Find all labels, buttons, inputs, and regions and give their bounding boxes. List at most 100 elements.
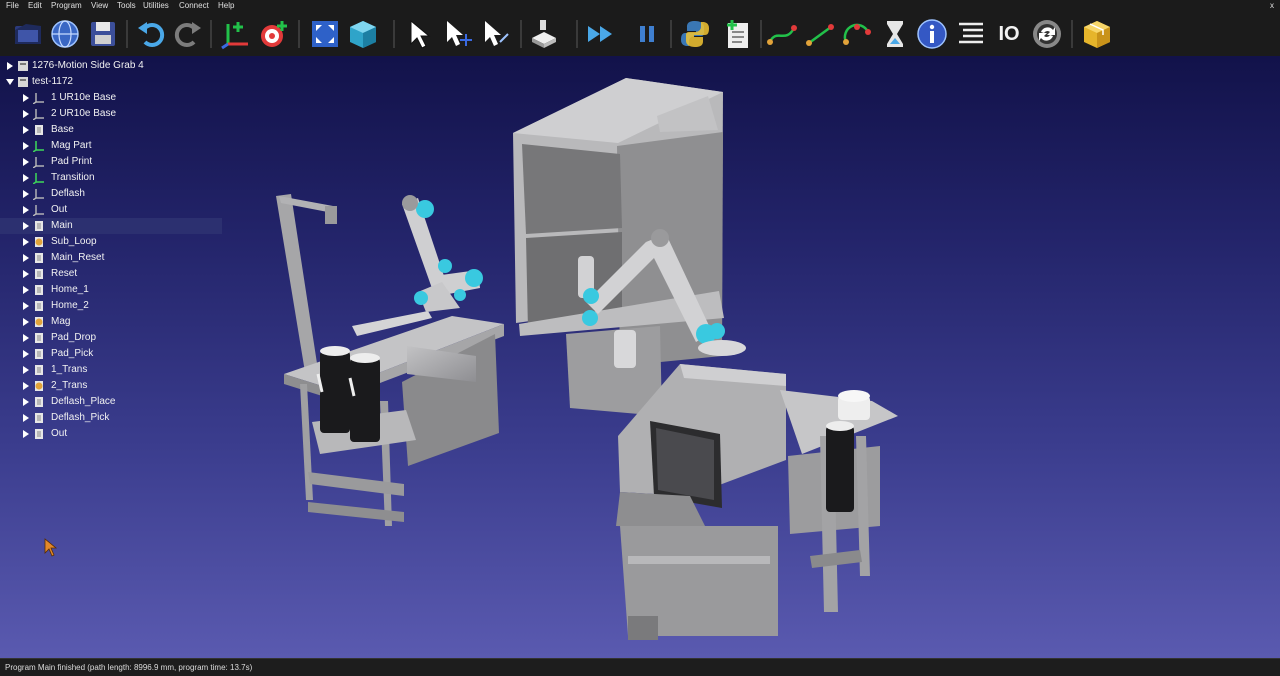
menu-utilities[interactable]: Utilities [143, 0, 169, 12]
fit-all-icon[interactable] [309, 18, 341, 50]
move-circular-icon[interactable] [841, 18, 873, 50]
tree-item[interactable]: 1_Trans [0, 362, 230, 378]
tree-item[interactable]: Deflash [0, 186, 230, 202]
move-reference-icon[interactable] [442, 18, 474, 50]
menu-help[interactable]: Help [218, 0, 234, 12]
save-icon[interactable] [87, 18, 119, 50]
expand-arrow-icon[interactable] [23, 270, 29, 278]
move-joint-icon[interactable] [766, 18, 798, 50]
expand-arrow-icon[interactable] [23, 126, 29, 134]
undo-icon[interactable] [135, 18, 167, 50]
expand-arrow-icon[interactable] [23, 158, 29, 166]
tree-item[interactable]: Pad_Pick [0, 346, 230, 362]
expand-arrow-icon[interactable] [23, 318, 29, 326]
menu-connect[interactable]: Connect [179, 0, 209, 12]
tree-item[interactable]: Pad_Drop [0, 330, 230, 346]
add-target-icon[interactable] [258, 18, 290, 50]
tree-item[interactable]: 1 UR10e Base [0, 90, 230, 106]
station-tree: 1276-Motion Side Grab 4 test-1172 1 UR10e … [0, 58, 230, 442]
menu-tools[interactable]: Tools [117, 0, 136, 12]
view-cube-icon[interactable] [347, 18, 379, 50]
tree-item-label: Pad_Pick [51, 348, 94, 359]
tree-item-label: Out [51, 428, 68, 439]
robot-joint [583, 288, 599, 304]
tree-item[interactable]: 1276-Motion Side Grab 4 [0, 58, 230, 74]
pause-instruction-icon[interactable] [879, 18, 911, 50]
tree-item[interactable]: Sub_Loop [0, 234, 230, 250]
program-icon [33, 124, 45, 136]
collapse-arrow-icon[interactable] [6, 79, 14, 85]
expand-arrow-icon[interactable] [23, 382, 29, 390]
tree-item[interactable]: test-1172 [0, 74, 230, 90]
tree-item[interactable]: Base [0, 122, 230, 138]
expand-arrow-icon[interactable] [23, 254, 29, 262]
expand-arrow-icon[interactable] [23, 142, 29, 150]
tree-item[interactable]: Mag Part [0, 138, 230, 154]
program-instruction-icon[interactable] [955, 18, 987, 50]
tree-item[interactable]: 2_Trans [0, 378, 230, 394]
expand-arrow-icon[interactable] [7, 62, 13, 70]
open-station-icon[interactable] [12, 18, 44, 50]
expand-arrow-icon[interactable] [23, 350, 29, 358]
info-icon[interactable] [916, 18, 948, 50]
expand-arrow-icon[interactable] [23, 334, 29, 342]
run-program-icon[interactable] [585, 18, 617, 50]
tree-item[interactable]: Deflash_Place [0, 394, 230, 410]
expand-arrow-icon[interactable] [23, 302, 29, 310]
web-icon[interactable] [49, 18, 81, 50]
move-object-icon[interactable] [480, 18, 512, 50]
expand-arrow-icon[interactable] [23, 398, 29, 406]
expand-arrow-icon[interactable] [23, 238, 29, 246]
new-program-icon[interactable] [722, 18, 754, 50]
expand-arrow-icon[interactable] [23, 222, 29, 230]
call-program-icon[interactable] [1031, 18, 1063, 50]
tree-item[interactable]: Out [0, 202, 230, 218]
tree-item[interactable]: Pad Print [0, 154, 230, 170]
expand-arrow-icon[interactable] [23, 206, 29, 214]
tree-item[interactable]: Transition [0, 170, 230, 186]
expand-arrow-icon[interactable] [23, 94, 29, 102]
program-icon [33, 348, 45, 360]
move-linear-icon[interactable] [804, 18, 836, 50]
package-icon[interactable] [1081, 18, 1113, 50]
expand-arrow-icon[interactable] [23, 430, 29, 438]
right-table[interactable] [780, 390, 898, 612]
tree-item[interactable]: Out [0, 426, 230, 442]
tree-item[interactable]: Reset [0, 266, 230, 282]
expand-arrow-icon[interactable] [23, 286, 29, 294]
io-icon[interactable]: IO [993, 18, 1025, 50]
tree-item[interactable]: Home_1 [0, 282, 230, 298]
redo-icon[interactable] [172, 18, 204, 50]
expand-arrow-icon[interactable] [23, 366, 29, 374]
toolbar-separator [760, 20, 762, 48]
expand-arrow-icon[interactable] [23, 414, 29, 422]
tree-item-label: test-1172 [32, 76, 73, 87]
frame-icon [32, 188, 45, 201]
tree-item[interactable]: Main [0, 218, 222, 234]
tree-item[interactable]: Home_2 [0, 298, 230, 314]
teach-target-icon[interactable] [528, 18, 560, 50]
expand-arrow-icon[interactable] [23, 190, 29, 198]
add-frame-icon[interactable] [220, 18, 252, 50]
menu-file[interactable]: File [6, 0, 19, 12]
left-robot[interactable] [402, 195, 483, 312]
close-button[interactable]: x [1270, 0, 1274, 12]
pause-icon[interactable] [631, 18, 663, 50]
tree-item[interactable]: 2 UR10e Base [0, 106, 230, 122]
tree-item[interactable]: Main_Reset [0, 250, 230, 266]
expand-arrow-icon[interactable] [23, 174, 29, 182]
frame-icon [32, 156, 45, 169]
3d-viewport[interactable]: 1276-Motion Side Grab 4 test-1172 1 UR10e … [0, 56, 1280, 658]
expand-arrow-icon[interactable] [23, 110, 29, 118]
python-script-icon[interactable] [679, 18, 711, 50]
tree-item[interactable]: Mag [0, 314, 230, 330]
menu-program[interactable]: Program [51, 0, 82, 12]
select-icon[interactable] [404, 18, 436, 50]
menu-edit[interactable]: Edit [28, 0, 42, 12]
tree-item[interactable]: Deflash_Pick [0, 410, 230, 426]
menu-view[interactable]: View [91, 0, 108, 12]
program-icon [33, 332, 45, 344]
left-workcell[interactable] [276, 194, 504, 526]
tree-item-label: Deflash_Pick [51, 412, 110, 423]
tree-item-label: Main_Reset [51, 252, 105, 263]
